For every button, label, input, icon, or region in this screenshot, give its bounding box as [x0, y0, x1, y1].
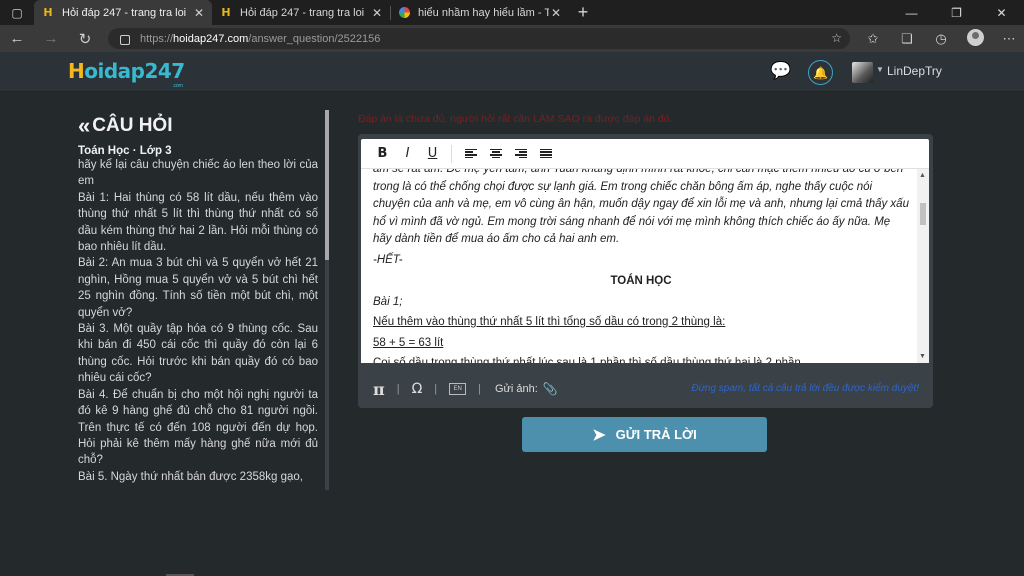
answer-warning: Đáp án là chưa đủ, người hỏi rất cần LÀM… [358, 113, 673, 125]
submit-answer-label: GỬI TRẢ LỜI [615, 427, 697, 442]
question-scrollbar[interactable] [325, 110, 329, 490]
hoidap-favicon-icon: H [221, 6, 231, 19]
tab-google-search[interactable]: hiểu nhầm hay hiểu lầm - Tìm trê ✕ [391, 0, 569, 25]
question-subject: Toán Học · Lớp 3 [78, 145, 172, 157]
scroll-up-icon[interactable]: ▲ [919, 172, 926, 179]
answer-section-heading: TOÁN HỌC [610, 275, 672, 287]
browser-toolbar-right: ✩ ❏ ◷ ⋯ [856, 25, 1024, 52]
paperclip-icon[interactable]: 📎 [543, 382, 558, 396]
reload-icon[interactable]: ↻ [68, 25, 102, 52]
window-close-icon[interactable]: ✕ [979, 0, 1024, 25]
new-tab-plus-icon[interactable]: + [569, 0, 597, 25]
answer-line: Nếu thêm vào thùng thứ nhất 5 lít thì tổ… [373, 316, 726, 328]
answer-exercise-label: Bài 1; [373, 295, 403, 308]
moderation-note: Đừng spam, tất cả câu trả lời đều được k… [691, 383, 919, 394]
answer-paragraph: ấm sẽ rất ấm. Để mẹ yên tâm, anh Tuấn kh… [373, 169, 909, 245]
chevron-left-icon[interactable]: « [78, 113, 90, 139]
answer-line: 58 + 5 = 63 lít [373, 336, 444, 349]
footer-divider: | [478, 383, 481, 395]
scrollbar-thumb[interactable] [325, 110, 329, 260]
collections-icon[interactable]: ❏ [890, 31, 924, 47]
align-right-button[interactable] [508, 142, 533, 166]
hoidap-favicon-icon: H [43, 6, 53, 19]
answer-line: Coi số dầu trong thùng thứ nhất lúc sau … [373, 357, 801, 363]
close-icon[interactable]: ✕ [370, 6, 384, 20]
bold-button[interactable]: B [370, 142, 395, 166]
username[interactable]: LinDepTry [887, 64, 942, 78]
back-arrow-icon[interactable]: ← [0, 25, 34, 52]
answer-editor: B I U ấm sẽ rất ấm. Để mẹ yên tâm, anh T… [358, 134, 933, 408]
footer-divider: | [396, 383, 400, 395]
align-left-button[interactable] [458, 142, 483, 166]
editor-toolbar: B I U [361, 139, 929, 169]
question-heading: « CÂU HỎI [78, 113, 173, 139]
url-host: hoidap247.com [173, 32, 249, 45]
bell-icon[interactable]: 🔔 [808, 60, 833, 85]
editor-scrollbar[interactable]: ▲ ▼ [917, 169, 929, 363]
align-right-icon [514, 148, 527, 159]
favorites-icon[interactable]: ✩ [856, 31, 890, 47]
tab-actions-icon[interactable]: ▢ [0, 0, 34, 25]
url-path: /answer_question/2522156 [248, 32, 381, 45]
site-logo[interactable]: Hoidap247 .com [68, 59, 185, 89]
keyboard-language-icon[interactable]: EN [449, 383, 467, 395]
justify-button[interactable] [533, 142, 558, 166]
tab-title: Hỏi đáp 247 - trang tra loi [240, 6, 365, 19]
site-header: Hoidap247 .com 💬 🔔 ▼ LinDepTry [0, 52, 1024, 92]
close-icon[interactable]: ✕ [192, 6, 206, 20]
align-center-icon [489, 148, 502, 159]
scroll-down-icon[interactable]: ▼ [919, 353, 926, 360]
chevron-down-icon[interactable]: ▼ [876, 65, 884, 74]
history-icon[interactable]: ◷ [924, 31, 958, 47]
close-icon[interactable]: ✕ [549, 6, 563, 20]
align-left-icon [464, 148, 477, 159]
profile-icon[interactable] [958, 28, 992, 49]
browser-address-bar: ← → ↻ https://hoidap247.com/answer_quest… [0, 25, 1024, 52]
avatar[interactable] [852, 62, 873, 83]
window-controls: — ❐ ✕ [889, 0, 1024, 25]
browser-tab-bar: ▢ H Hỏi đáp 247 - trang tra loi ✕ H Hỏi … [0, 0, 1024, 25]
more-options-icon[interactable]: ⋯ [992, 31, 1024, 47]
chat-icon[interactable]: 💬 [770, 61, 792, 83]
tab-title: Hỏi đáp 247 - trang tra loi [62, 6, 187, 19]
url-input[interactable]: https://hoidap247.com/answer_question/25… [108, 28, 850, 49]
underline-button[interactable]: U [420, 142, 445, 166]
minimize-icon[interactable]: — [889, 0, 934, 25]
special-chars-omega-icon[interactable]: Ω [412, 381, 423, 397]
restore-icon[interactable]: ❐ [934, 0, 979, 25]
google-icon [399, 7, 410, 18]
favorite-star-icon[interactable]: ☆ [831, 31, 842, 45]
image-upload-label: Gửi ảnh: [495, 383, 538, 395]
forward-arrow-icon[interactable]: → [34, 25, 68, 52]
justify-icon [539, 148, 552, 159]
lock-icon [120, 34, 130, 45]
url-scheme: https:// [140, 32, 174, 45]
footer-divider: | [434, 383, 438, 395]
italic-button[interactable]: I [395, 142, 420, 166]
editor-footer: π | Ω | EN | Gửi ảnh: 📎 Đừng spam, tất c… [361, 374, 929, 404]
answer-end-mark: -HẾT- [373, 253, 403, 266]
question-panel: « CÂU HỎI Toán Học · Lớp 3 hãy kể lại câ… [78, 112, 318, 488]
align-center-button[interactable] [483, 142, 508, 166]
answer-text-area[interactable]: ấm sẽ rất ấm. Để mẹ yên tâm, anh Tuấn kh… [361, 169, 929, 363]
send-plane-icon: ➤ [592, 426, 606, 444]
tab-hoidap-2[interactable]: H Hỏi đáp 247 - trang tra loi ✕ [212, 0, 390, 25]
tab-hoidap-1[interactable]: H Hỏi đáp 247 - trang tra loi ✕ [34, 0, 212, 25]
tab-title: hiểu nhầm hay hiểu lầm - Tìm trê [418, 6, 549, 19]
math-pi-icon[interactable]: π [373, 380, 385, 399]
scrollbar-thumb[interactable] [920, 203, 926, 225]
toolbar-divider [451, 144, 452, 163]
submit-answer-button[interactable]: ➤ GỬI TRẢ LỜI [522, 417, 767, 452]
question-body: hãy kể lại câu chuyện chiếc áo len theo … [78, 159, 318, 483]
